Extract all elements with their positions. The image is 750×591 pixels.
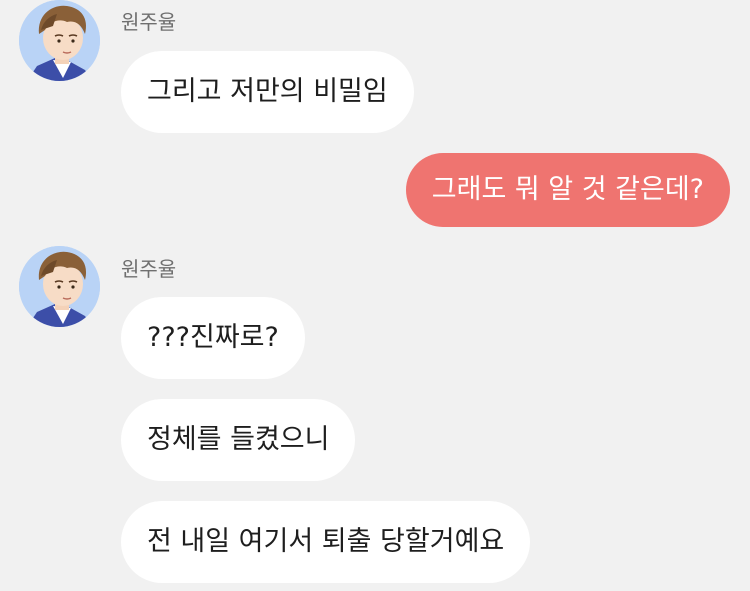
incoming-message-bubble[interactable]: ???진짜로? [121, 297, 305, 379]
incoming-message-bubble[interactable]: 전 내일 여기서 퇴출 당할거예요 [121, 501, 531, 583]
boy-portrait-avatar-icon [19, 0, 100, 81]
sender-avatar[interactable] [19, 0, 100, 81]
sender-name: 원주율 [121, 257, 177, 281]
incoming-message-bubble[interactable]: 그리고 저만의 비밀임 [121, 51, 414, 133]
chat-thread: 원주율 그리고 저만의 비밀임 그래도 뭐 알 것 같은데? 원주율 ???진짜… [0, 0, 750, 591]
sender-avatar[interactable] [19, 246, 100, 327]
outgoing-message-bubble[interactable]: 그래도 뭐 알 것 같은데? [405, 153, 730, 227]
incoming-message-bubble[interactable]: 정체를 들켰으니 [121, 399, 356, 481]
sender-name: 원주율 [121, 10, 177, 34]
boy-portrait-avatar-icon [19, 246, 100, 327]
